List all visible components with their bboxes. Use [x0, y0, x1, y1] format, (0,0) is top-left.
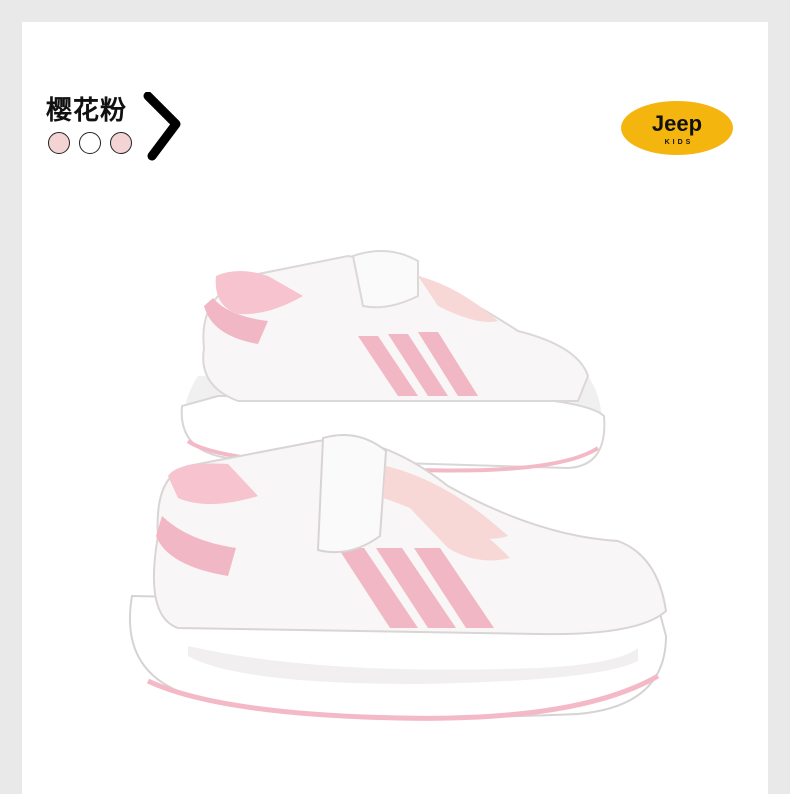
- color-name-label: 樱花粉: [46, 96, 128, 126]
- shoe-back: [180, 250, 606, 473]
- logo-text: Jeep: [652, 111, 702, 136]
- brand-logo: Jeep KIDS: [621, 101, 733, 155]
- product-image: [128, 250, 668, 721]
- logo-subtext: KIDS: [665, 139, 694, 146]
- shoe-front: [128, 434, 668, 721]
- chevron-right-icon: [143, 92, 181, 161]
- swatch-pink-2[interactable]: [110, 132, 132, 154]
- swatch-white[interactable]: [79, 132, 101, 154]
- color-swatches: [48, 132, 132, 154]
- swatch-pink-1[interactable]: [48, 132, 70, 154]
